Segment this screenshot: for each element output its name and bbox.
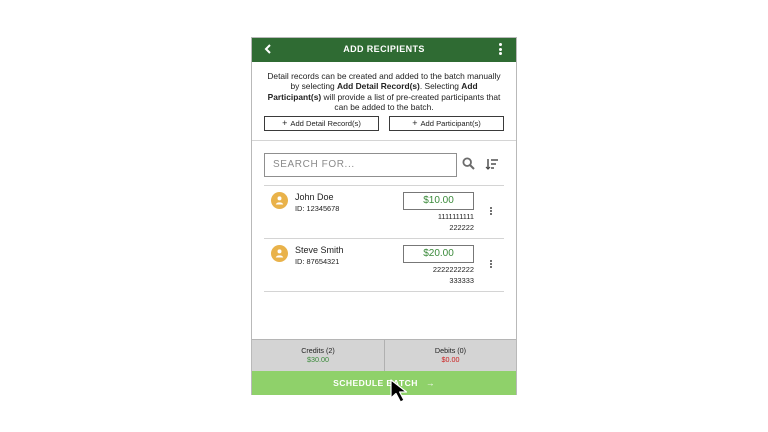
routing-number: 333333	[449, 276, 474, 285]
add-participant-button[interactable]: + Add Participant(s)	[389, 116, 504, 131]
account-number: 2222222222	[432, 265, 474, 274]
routing-number: 222222	[449, 223, 474, 232]
divider	[264, 291, 504, 292]
plus-icon: +	[282, 118, 288, 128]
credits-value: $30.00	[307, 355, 329, 364]
sort-icon[interactable]	[485, 158, 499, 170]
user-icon	[275, 249, 284, 258]
intro-text: Detail records can be created and added …	[264, 71, 504, 113]
debits-summary: Debits (0) $0.00	[384, 340, 516, 371]
credits-label: Credits (2)	[301, 346, 335, 355]
credits-summary: Credits (2) $30.00	[252, 340, 384, 371]
intro-text-bold: Add Detail Record(s)	[337, 81, 420, 92]
page-title: ADD RECIPIENTS	[343, 44, 425, 54]
row-menu-icon[interactable]	[490, 207, 493, 216]
row-menu-icon[interactable]	[490, 260, 493, 269]
recipient-name: John Doe	[295, 192, 334, 202]
recipient-row[interactable]: Steve Smith ID: 87654321 $20.00 22222222…	[264, 239, 505, 291]
recipient-name: Steve Smith	[295, 245, 344, 255]
intro-text-part: will provide a list of pre-created parti…	[321, 91, 501, 113]
add-detail-record-label: Add Detail Record(s)	[290, 119, 361, 128]
schedule-batch-button[interactable]: SCHEDULE BATCH →	[252, 371, 516, 395]
account-number: 1111111111	[437, 212, 474, 221]
recipient-id: ID: 87654321	[295, 257, 340, 266]
search-input[interactable]: SEARCH FOR...	[264, 153, 457, 177]
add-participant-label: Add Participant(s)	[420, 119, 481, 128]
amount-field[interactable]: $10.00	[403, 192, 474, 210]
avatar	[271, 245, 288, 262]
add-detail-record-button[interactable]: + Add Detail Record(s)	[264, 116, 379, 131]
amount-field[interactable]: $20.00	[403, 245, 474, 263]
kebab-menu-icon[interactable]	[498, 43, 502, 57]
mobile-screen: ADD RECIPIENTS Detail records can be cre…	[251, 37, 517, 395]
batch-summary: Credits (2) $30.00 Debits (0) $0.00	[252, 339, 516, 371]
divider	[252, 140, 516, 141]
recipient-id: ID: 12345678	[295, 204, 340, 213]
mouse-cursor-icon	[390, 379, 408, 403]
search-icon[interactable]	[462, 157, 475, 170]
intro-text-part: . Selecting	[419, 81, 462, 92]
avatar	[271, 192, 288, 209]
debits-value: $0.00	[441, 355, 460, 364]
debits-label: Debits (0)	[434, 346, 467, 355]
user-icon	[275, 196, 284, 205]
recipient-row[interactable]: John Doe ID: 12345678 $10.00 1111111111 …	[264, 186, 505, 238]
action-buttons: + Add Detail Record(s) + Add Participant(s…	[264, 116, 504, 131]
app-header: ADD RECIPIENTS	[252, 38, 516, 62]
plus-icon: +	[412, 118, 418, 128]
arrow-right-icon: →	[425, 378, 435, 388]
